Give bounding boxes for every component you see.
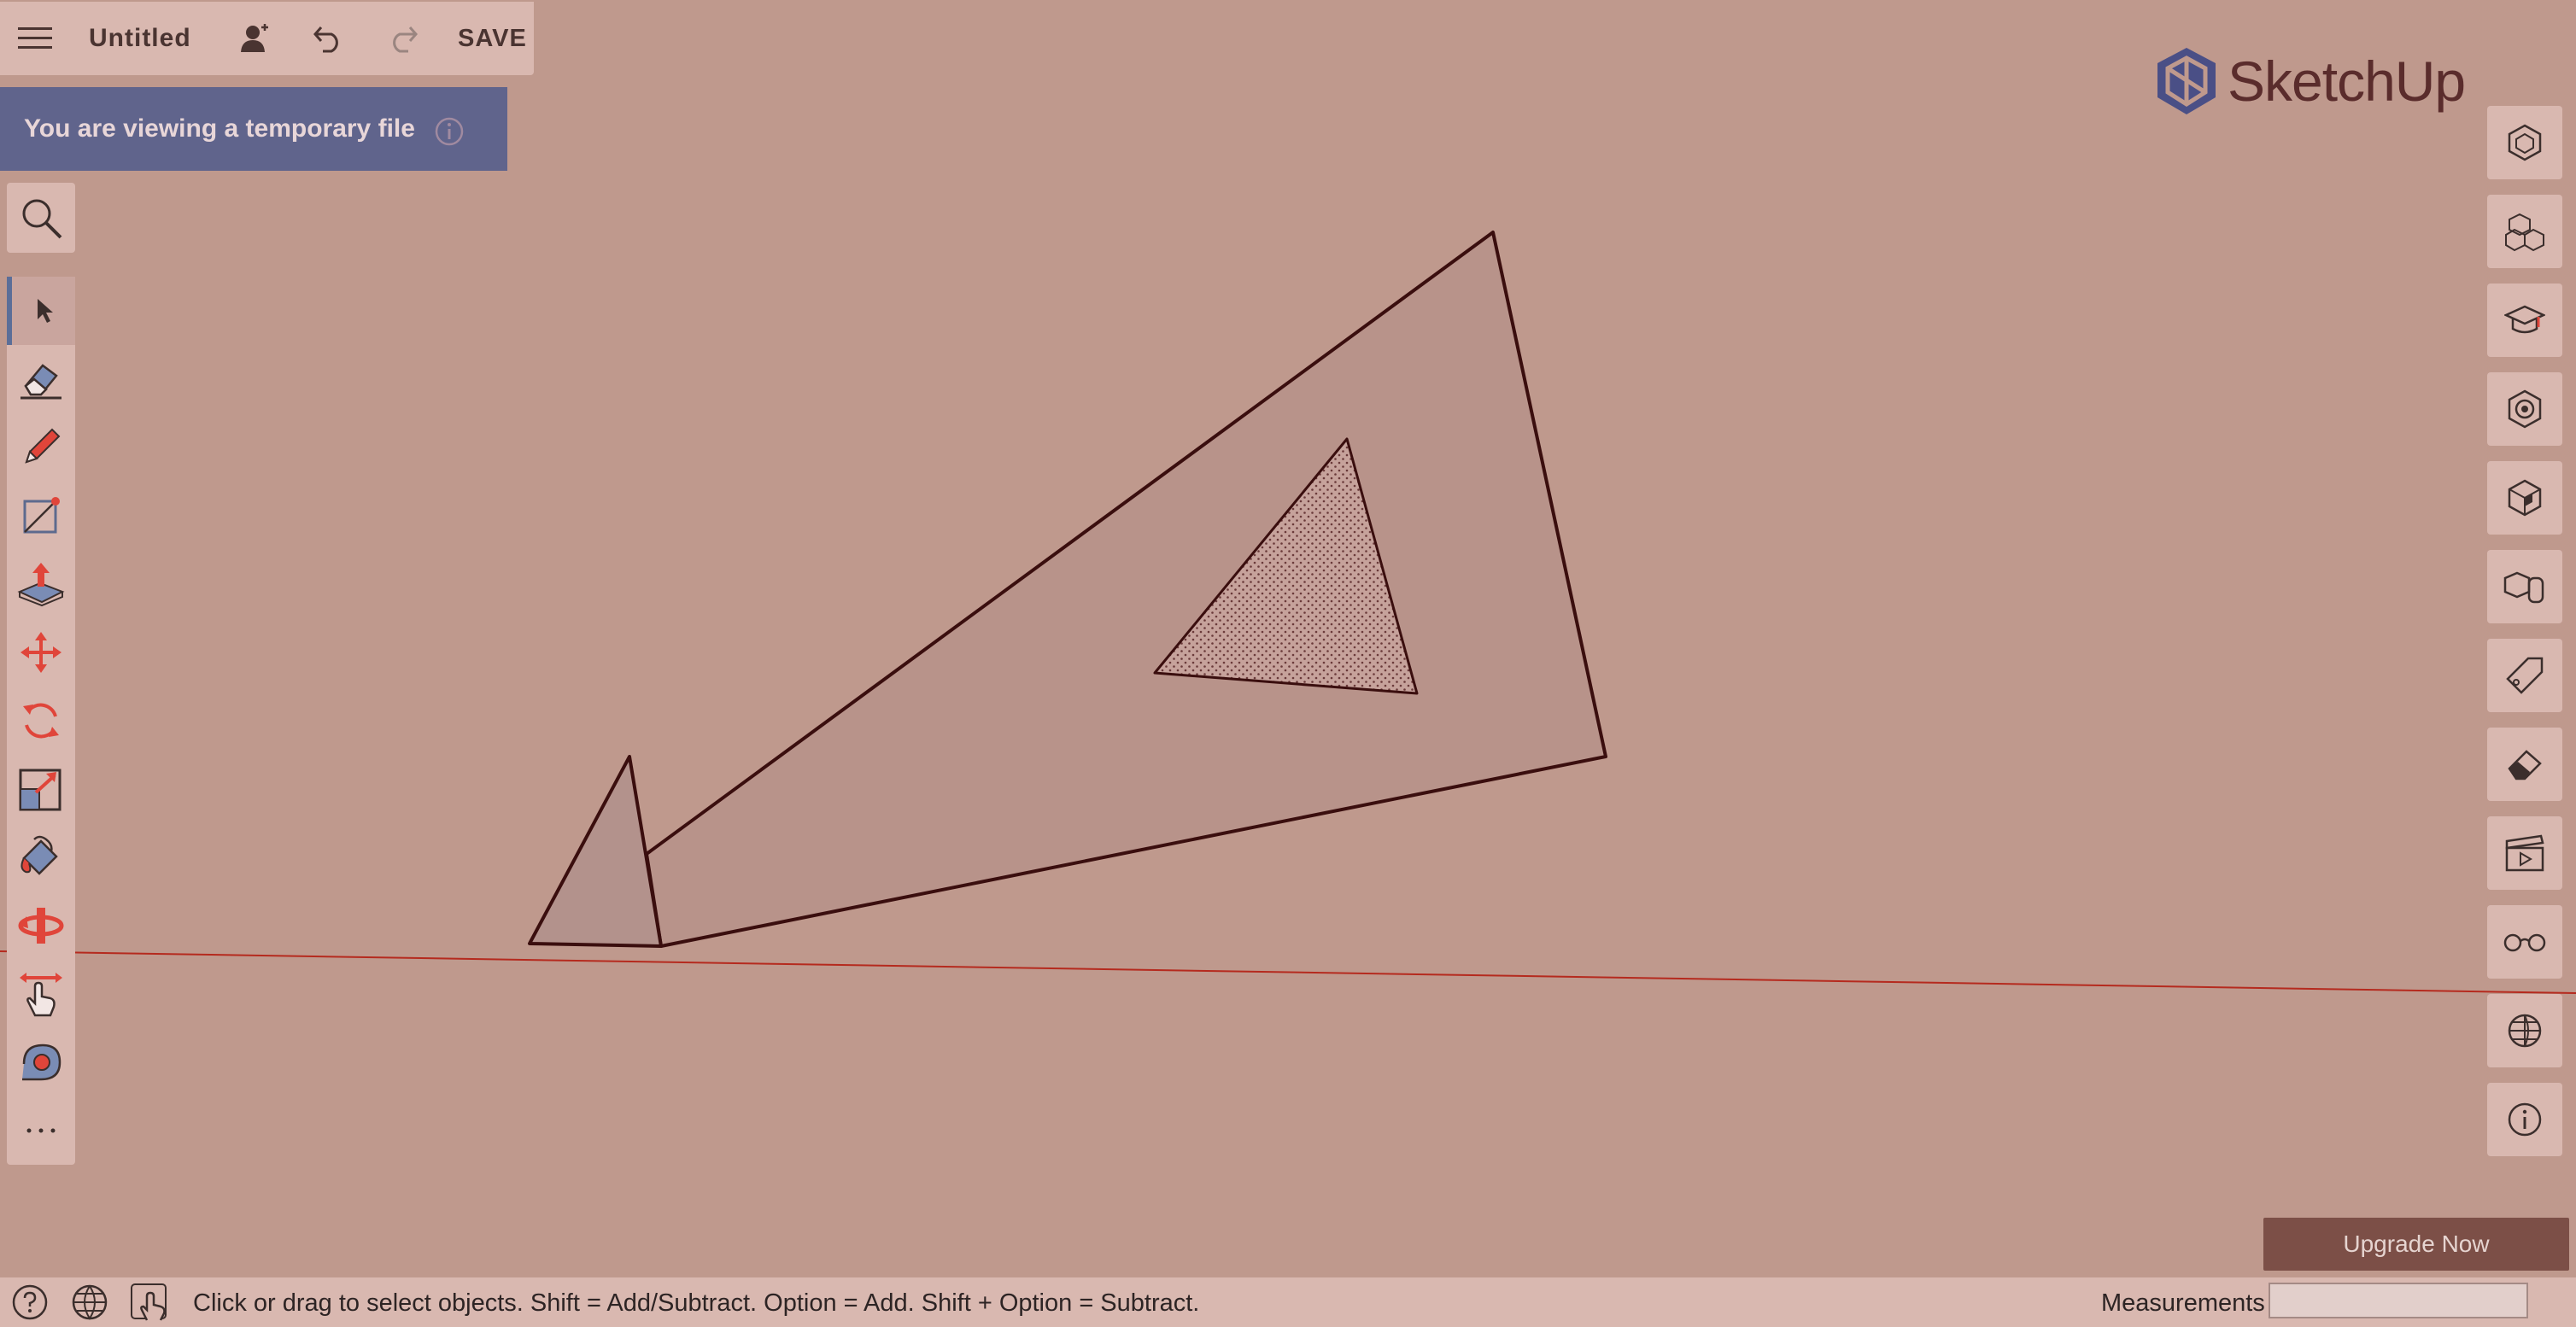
eraser-tool[interactable] xyxy=(7,345,75,413)
push-pull-tool[interactable] xyxy=(7,550,75,618)
file-title[interactable]: Untitled xyxy=(89,2,191,75)
line-icon xyxy=(18,493,64,539)
info-icon xyxy=(2504,1099,2545,1140)
scale-tool[interactable] xyxy=(7,755,75,823)
move-icon xyxy=(17,628,65,676)
rotate-icon xyxy=(18,698,64,744)
ellipsis-icon xyxy=(24,1126,58,1135)
pencil-icon xyxy=(18,424,64,471)
line-tool[interactable] xyxy=(7,482,75,550)
tools-toolbar xyxy=(7,277,75,1165)
undo-icon[interactable] xyxy=(309,2,348,75)
arrow-cursor-icon xyxy=(31,295,56,326)
pan-icon xyxy=(16,969,66,1019)
orbit-tool[interactable] xyxy=(7,891,75,960)
tape-tool[interactable] xyxy=(7,1028,75,1096)
sketchup-logo-icon xyxy=(2154,46,2219,116)
instructor-panel[interactable] xyxy=(2487,284,2562,357)
measurements-input[interactable] xyxy=(2269,1283,2528,1318)
share-user-icon[interactable] xyxy=(236,2,275,75)
brand-name: SketchUp xyxy=(2228,50,2466,113)
info-circle-icon[interactable] xyxy=(434,116,465,147)
measurements-label: Measurements xyxy=(2101,1289,2265,1317)
move-tool[interactable] xyxy=(7,618,75,687)
more-tools[interactable] xyxy=(7,1096,75,1165)
eraser-soft-icon xyxy=(2504,745,2545,784)
glasses-icon xyxy=(2503,929,2547,955)
small-triangle-face[interactable] xyxy=(528,755,663,948)
hamburger-menu-icon[interactable] xyxy=(15,2,55,75)
materials-icon xyxy=(2504,389,2545,430)
redo-icon[interactable] xyxy=(383,2,422,75)
large-triangle-face[interactable] xyxy=(645,231,1607,948)
components-panel[interactable] xyxy=(2487,195,2562,268)
styles-panel[interactable] xyxy=(2487,461,2562,535)
top-bar: Untitled SAVE xyxy=(0,2,534,75)
sketchup-logo: SketchUp xyxy=(2154,46,2466,116)
styles-icon xyxy=(2504,477,2545,518)
globe-icon[interactable] xyxy=(70,1283,109,1322)
orbit-icon xyxy=(16,904,66,947)
search-icon xyxy=(18,195,64,241)
materials-panel[interactable] xyxy=(2487,372,2562,446)
globe-grid-icon xyxy=(2504,1010,2545,1051)
tag-icon xyxy=(2504,655,2545,696)
scale-icon xyxy=(17,765,65,813)
hand-pointer-icon[interactable] xyxy=(130,1283,169,1322)
outliner-panel[interactable] xyxy=(2487,550,2562,623)
search-button[interactable] xyxy=(7,183,75,253)
save-button[interactable]: SAVE xyxy=(458,2,527,75)
info-panel[interactable] xyxy=(2487,1083,2562,1156)
scenes-panel[interactable] xyxy=(2487,816,2562,890)
pencil-tool[interactable] xyxy=(7,413,75,482)
upgrade-now-button[interactable]: Upgrade Now xyxy=(2263,1218,2569,1271)
clapperboard-icon xyxy=(2503,833,2546,874)
pan-tool[interactable] xyxy=(7,960,75,1028)
select-tool[interactable] xyxy=(7,277,75,345)
graduation-cap-icon xyxy=(2504,301,2545,339)
entity-icon xyxy=(2504,122,2545,163)
eraser-icon xyxy=(17,357,65,401)
red-axis-line xyxy=(0,950,2576,994)
display-panel[interactable] xyxy=(2487,905,2562,979)
scene-geometry[interactable] xyxy=(0,0,2576,1327)
modeling-viewport[interactable] xyxy=(0,0,2576,1327)
paint-bucket-icon xyxy=(17,834,65,880)
rotate-tool[interactable] xyxy=(7,687,75,755)
soften-panel[interactable] xyxy=(2487,728,2562,801)
temporary-file-banner: You are viewing a temporary file xyxy=(0,87,507,171)
help-icon[interactable] xyxy=(10,1283,50,1322)
status-hint-text: Click or drag to select objects. Shift =… xyxy=(193,1289,1200,1317)
entity-info-panel[interactable] xyxy=(2487,106,2562,179)
paint-tool[interactable] xyxy=(7,823,75,891)
geo-panel[interactable] xyxy=(2487,994,2562,1067)
banner-text: You are viewing a temporary file xyxy=(24,114,415,143)
status-bar: Click or drag to select objects. Shift =… xyxy=(0,1277,2576,1327)
push-pull-icon xyxy=(16,561,66,607)
components-icon xyxy=(2504,211,2545,252)
tags-panel[interactable] xyxy=(2487,639,2562,712)
outliner-icon xyxy=(2503,566,2546,607)
tape-measure-icon xyxy=(17,1038,65,1086)
